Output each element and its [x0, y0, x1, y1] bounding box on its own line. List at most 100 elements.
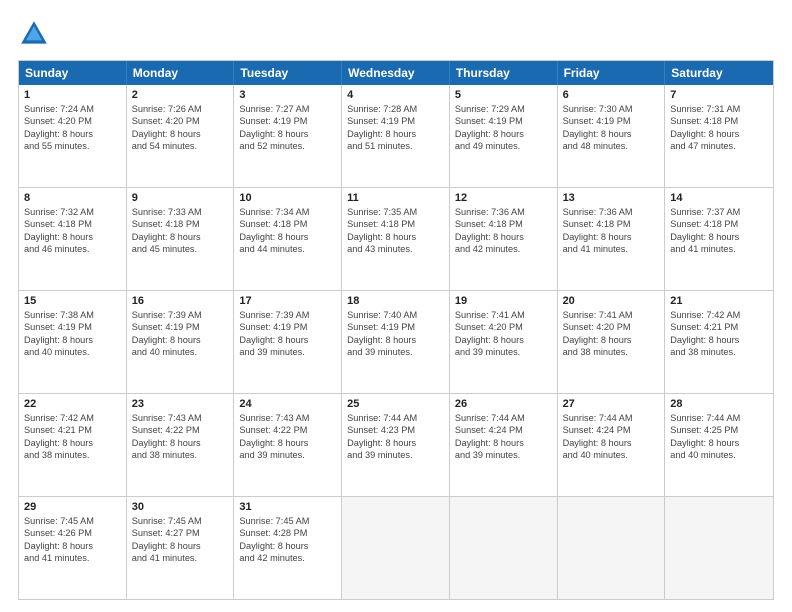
cell-info: Sunrise: 7:44 AMSunset: 4:24 PMDaylight:… — [563, 412, 660, 462]
cell-info: Sunrise: 7:32 AMSunset: 4:18 PMDaylight:… — [24, 206, 121, 256]
day-cell-14: 14 Sunrise: 7:37 AMSunset: 4:18 PMDayligh… — [665, 188, 773, 290]
day-number: 22 — [24, 398, 121, 410]
cell-info: Sunrise: 7:24 AMSunset: 4:20 PMDaylight:… — [24, 103, 121, 153]
day-number: 15 — [24, 295, 121, 307]
day-cell-29: 29 Sunrise: 7:45 AMSunset: 4:26 PMDayligh… — [19, 497, 127, 599]
day-cell-30: 30 Sunrise: 7:45 AMSunset: 4:27 PMDayligh… — [127, 497, 235, 599]
cell-info: Sunrise: 7:41 AMSunset: 4:20 PMDaylight:… — [563, 309, 660, 359]
day-number: 23 — [132, 398, 229, 410]
day-cell-2: 2Sunrise: 7:26 AMSunset: 4:20 PMDaylight… — [127, 85, 235, 187]
cell-info: Sunrise: 7:44 AMSunset: 4:24 PMDaylight:… — [455, 412, 552, 462]
header — [18, 18, 774, 50]
cell-info: Sunrise: 7:30 AMSunset: 4:19 PMDaylight:… — [563, 103, 660, 153]
cell-info: Sunrise: 7:42 AMSunset: 4:21 PMDaylight:… — [670, 309, 768, 359]
day-cell-3: 3 Sunrise: 7:27 AMSunset: 4:19 PMDaylight… — [234, 85, 342, 187]
day-cell-19: 19 Sunrise: 7:41 AMSunset: 4:20 PMDayligh… — [450, 291, 558, 393]
day-number: 9 — [132, 192, 229, 204]
cell-info: Sunrise: 7:39 AMSunset: 4:19 PMDaylight:… — [132, 309, 229, 359]
calendar-header: SundayMondayTuesdayWednesdayThursdayFrid… — [19, 61, 773, 85]
cell-info: Sunrise: 7:33 AMSunset: 4:18 PMDaylight:… — [132, 206, 229, 256]
logo-icon — [18, 18, 50, 50]
cell-info: Sunrise: 7:38 AMSunset: 4:19 PMDaylight:… — [24, 309, 121, 359]
calendar: SundayMondayTuesdayWednesdayThursdayFrid… — [18, 60, 774, 600]
day-cell-1: 1 Sunrise: 7:24 AMSunset: 4:20 PMDaylight… — [19, 85, 127, 187]
day-cell-15: 15 Sunrise: 7:38 AMSunset: 4:19 PMDayligh… — [19, 291, 127, 393]
day-cell-7: 7 Sunrise: 7:31 AMSunset: 4:18 PMDaylight… — [665, 85, 773, 187]
day-number: 30 — [132, 501, 229, 513]
day-number: 25 — [347, 398, 444, 410]
cell-info: Sunrise: 7:36 AMSunset: 4:18 PMDaylight:… — [563, 206, 660, 256]
empty-cell — [558, 497, 666, 599]
day-cell-10: 10Sunrise: 7:34 AMSunset: 4:18 PMDayligh… — [234, 188, 342, 290]
day-number: 6 — [563, 89, 660, 101]
header-day-sunday: Sunday — [19, 61, 127, 85]
day-number: 3 — [239, 89, 336, 101]
day-number: 20 — [563, 295, 660, 307]
cell-info: Sunrise: 7:44 AMSunset: 4:25 PMDaylight:… — [670, 412, 768, 462]
day-cell-21: 21 Sunrise: 7:42 AMSunset: 4:21 PMDayligh… — [665, 291, 773, 393]
day-number: 2 — [132, 89, 229, 101]
day-cell-28: 28Sunrise: 7:44 AMSunset: 4:25 PMDayligh… — [665, 394, 773, 496]
day-cell-27: 27 Sunrise: 7:44 AMSunset: 4:24 PMDayligh… — [558, 394, 666, 496]
day-number: 4 — [347, 89, 444, 101]
day-cell-17: 17Sunrise: 7:39 AMSunset: 4:19 PMDayligh… — [234, 291, 342, 393]
day-cell-23: 23 Sunrise: 7:43 AMSunset: 4:22 PMDayligh… — [127, 394, 235, 496]
day-cell-31: 31 Sunrise: 7:45 AMSunset: 4:28 PMDayligh… — [234, 497, 342, 599]
empty-cell — [342, 497, 450, 599]
day-number: 18 — [347, 295, 444, 307]
cell-info: Sunrise: 7:34 AMSunset: 4:18 PMDaylight:… — [239, 206, 336, 256]
day-cell-4: 4 Sunrise: 7:28 AMSunset: 4:19 PMDaylight… — [342, 85, 450, 187]
cell-info: Sunrise: 7:31 AMSunset: 4:18 PMDaylight:… — [670, 103, 768, 153]
day-number: 29 — [24, 501, 121, 513]
cell-info: Sunrise: 7:35 AMSunset: 4:18 PMDaylight:… — [347, 206, 444, 256]
cell-info: Sunrise: 7:42 AMSunset: 4:21 PMDaylight:… — [24, 412, 121, 462]
header-day-thursday: Thursday — [450, 61, 558, 85]
day-cell-20: 20 Sunrise: 7:41 AMSunset: 4:20 PMDayligh… — [558, 291, 666, 393]
cell-info: Sunrise: 7:37 AMSunset: 4:18 PMDaylight:… — [670, 206, 768, 256]
day-cell-25: 25 Sunrise: 7:44 AMSunset: 4:23 PMDayligh… — [342, 394, 450, 496]
cell-info: Sunrise: 7:44 AMSunset: 4:23 PMDaylight:… — [347, 412, 444, 462]
day-number: 24 — [239, 398, 336, 410]
cell-info: Sunrise: 7:43 AMSunset: 4:22 PMDaylight:… — [239, 412, 336, 462]
day-cell-12: 12Sunrise: 7:36 AMSunset: 4:18 PMDayligh… — [450, 188, 558, 290]
header-day-wednesday: Wednesday — [342, 61, 450, 85]
calendar-row-2: 8 Sunrise: 7:32 AMSunset: 4:18 PMDaylight… — [19, 188, 773, 291]
header-day-friday: Friday — [558, 61, 666, 85]
day-number: 31 — [239, 501, 336, 513]
day-number: 27 — [563, 398, 660, 410]
day-number: 19 — [455, 295, 552, 307]
calendar-row-3: 15 Sunrise: 7:38 AMSunset: 4:19 PMDayligh… — [19, 291, 773, 394]
day-cell-24: 24 Sunrise: 7:43 AMSunset: 4:22 PMDayligh… — [234, 394, 342, 496]
day-cell-16: 16Sunrise: 7:39 AMSunset: 4:19 PMDayligh… — [127, 291, 235, 393]
day-number: 14 — [670, 192, 768, 204]
cell-info: Sunrise: 7:29 AMSunset: 4:19 PMDaylight:… — [455, 103, 552, 153]
calendar-row-1: 1 Sunrise: 7:24 AMSunset: 4:20 PMDaylight… — [19, 85, 773, 188]
day-number: 7 — [670, 89, 768, 101]
cell-info: Sunrise: 7:45 AMSunset: 4:28 PMDaylight:… — [239, 515, 336, 565]
cell-info: Sunrise: 7:43 AMSunset: 4:22 PMDaylight:… — [132, 412, 229, 462]
day-cell-11: 11Sunrise: 7:35 AMSunset: 4:18 PMDayligh… — [342, 188, 450, 290]
day-number: 8 — [24, 192, 121, 204]
day-cell-26: 26Sunrise: 7:44 AMSunset: 4:24 PMDayligh… — [450, 394, 558, 496]
cell-info: Sunrise: 7:41 AMSunset: 4:20 PMDaylight:… — [455, 309, 552, 359]
day-cell-13: 13 Sunrise: 7:36 AMSunset: 4:18 PMDayligh… — [558, 188, 666, 290]
calendar-row-4: 22 Sunrise: 7:42 AMSunset: 4:21 PMDayligh… — [19, 394, 773, 497]
day-number: 17 — [239, 295, 336, 307]
logo — [18, 18, 54, 50]
day-cell-5: 5Sunrise: 7:29 AMSunset: 4:19 PMDaylight… — [450, 85, 558, 187]
day-cell-9: 9 Sunrise: 7:33 AMSunset: 4:18 PMDaylight… — [127, 188, 235, 290]
page: SundayMondayTuesdayWednesdayThursdayFrid… — [0, 0, 792, 612]
empty-cell — [665, 497, 773, 599]
cell-info: Sunrise: 7:45 AMSunset: 4:27 PMDaylight:… — [132, 515, 229, 565]
day-number: 13 — [563, 192, 660, 204]
day-number: 1 — [24, 89, 121, 101]
day-number: 21 — [670, 295, 768, 307]
header-day-monday: Monday — [127, 61, 235, 85]
day-cell-6: 6 Sunrise: 7:30 AMSunset: 4:19 PMDaylight… — [558, 85, 666, 187]
cell-info: Sunrise: 7:36 AMSunset: 4:18 PMDaylight:… — [455, 206, 552, 256]
cell-info: Sunrise: 7:28 AMSunset: 4:19 PMDaylight:… — [347, 103, 444, 153]
cell-info: Sunrise: 7:45 AMSunset: 4:26 PMDaylight:… — [24, 515, 121, 565]
cell-info: Sunrise: 7:27 AMSunset: 4:19 PMDaylight:… — [239, 103, 336, 153]
day-cell-18: 18Sunrise: 7:40 AMSunset: 4:19 PMDayligh… — [342, 291, 450, 393]
header-day-tuesday: Tuesday — [234, 61, 342, 85]
